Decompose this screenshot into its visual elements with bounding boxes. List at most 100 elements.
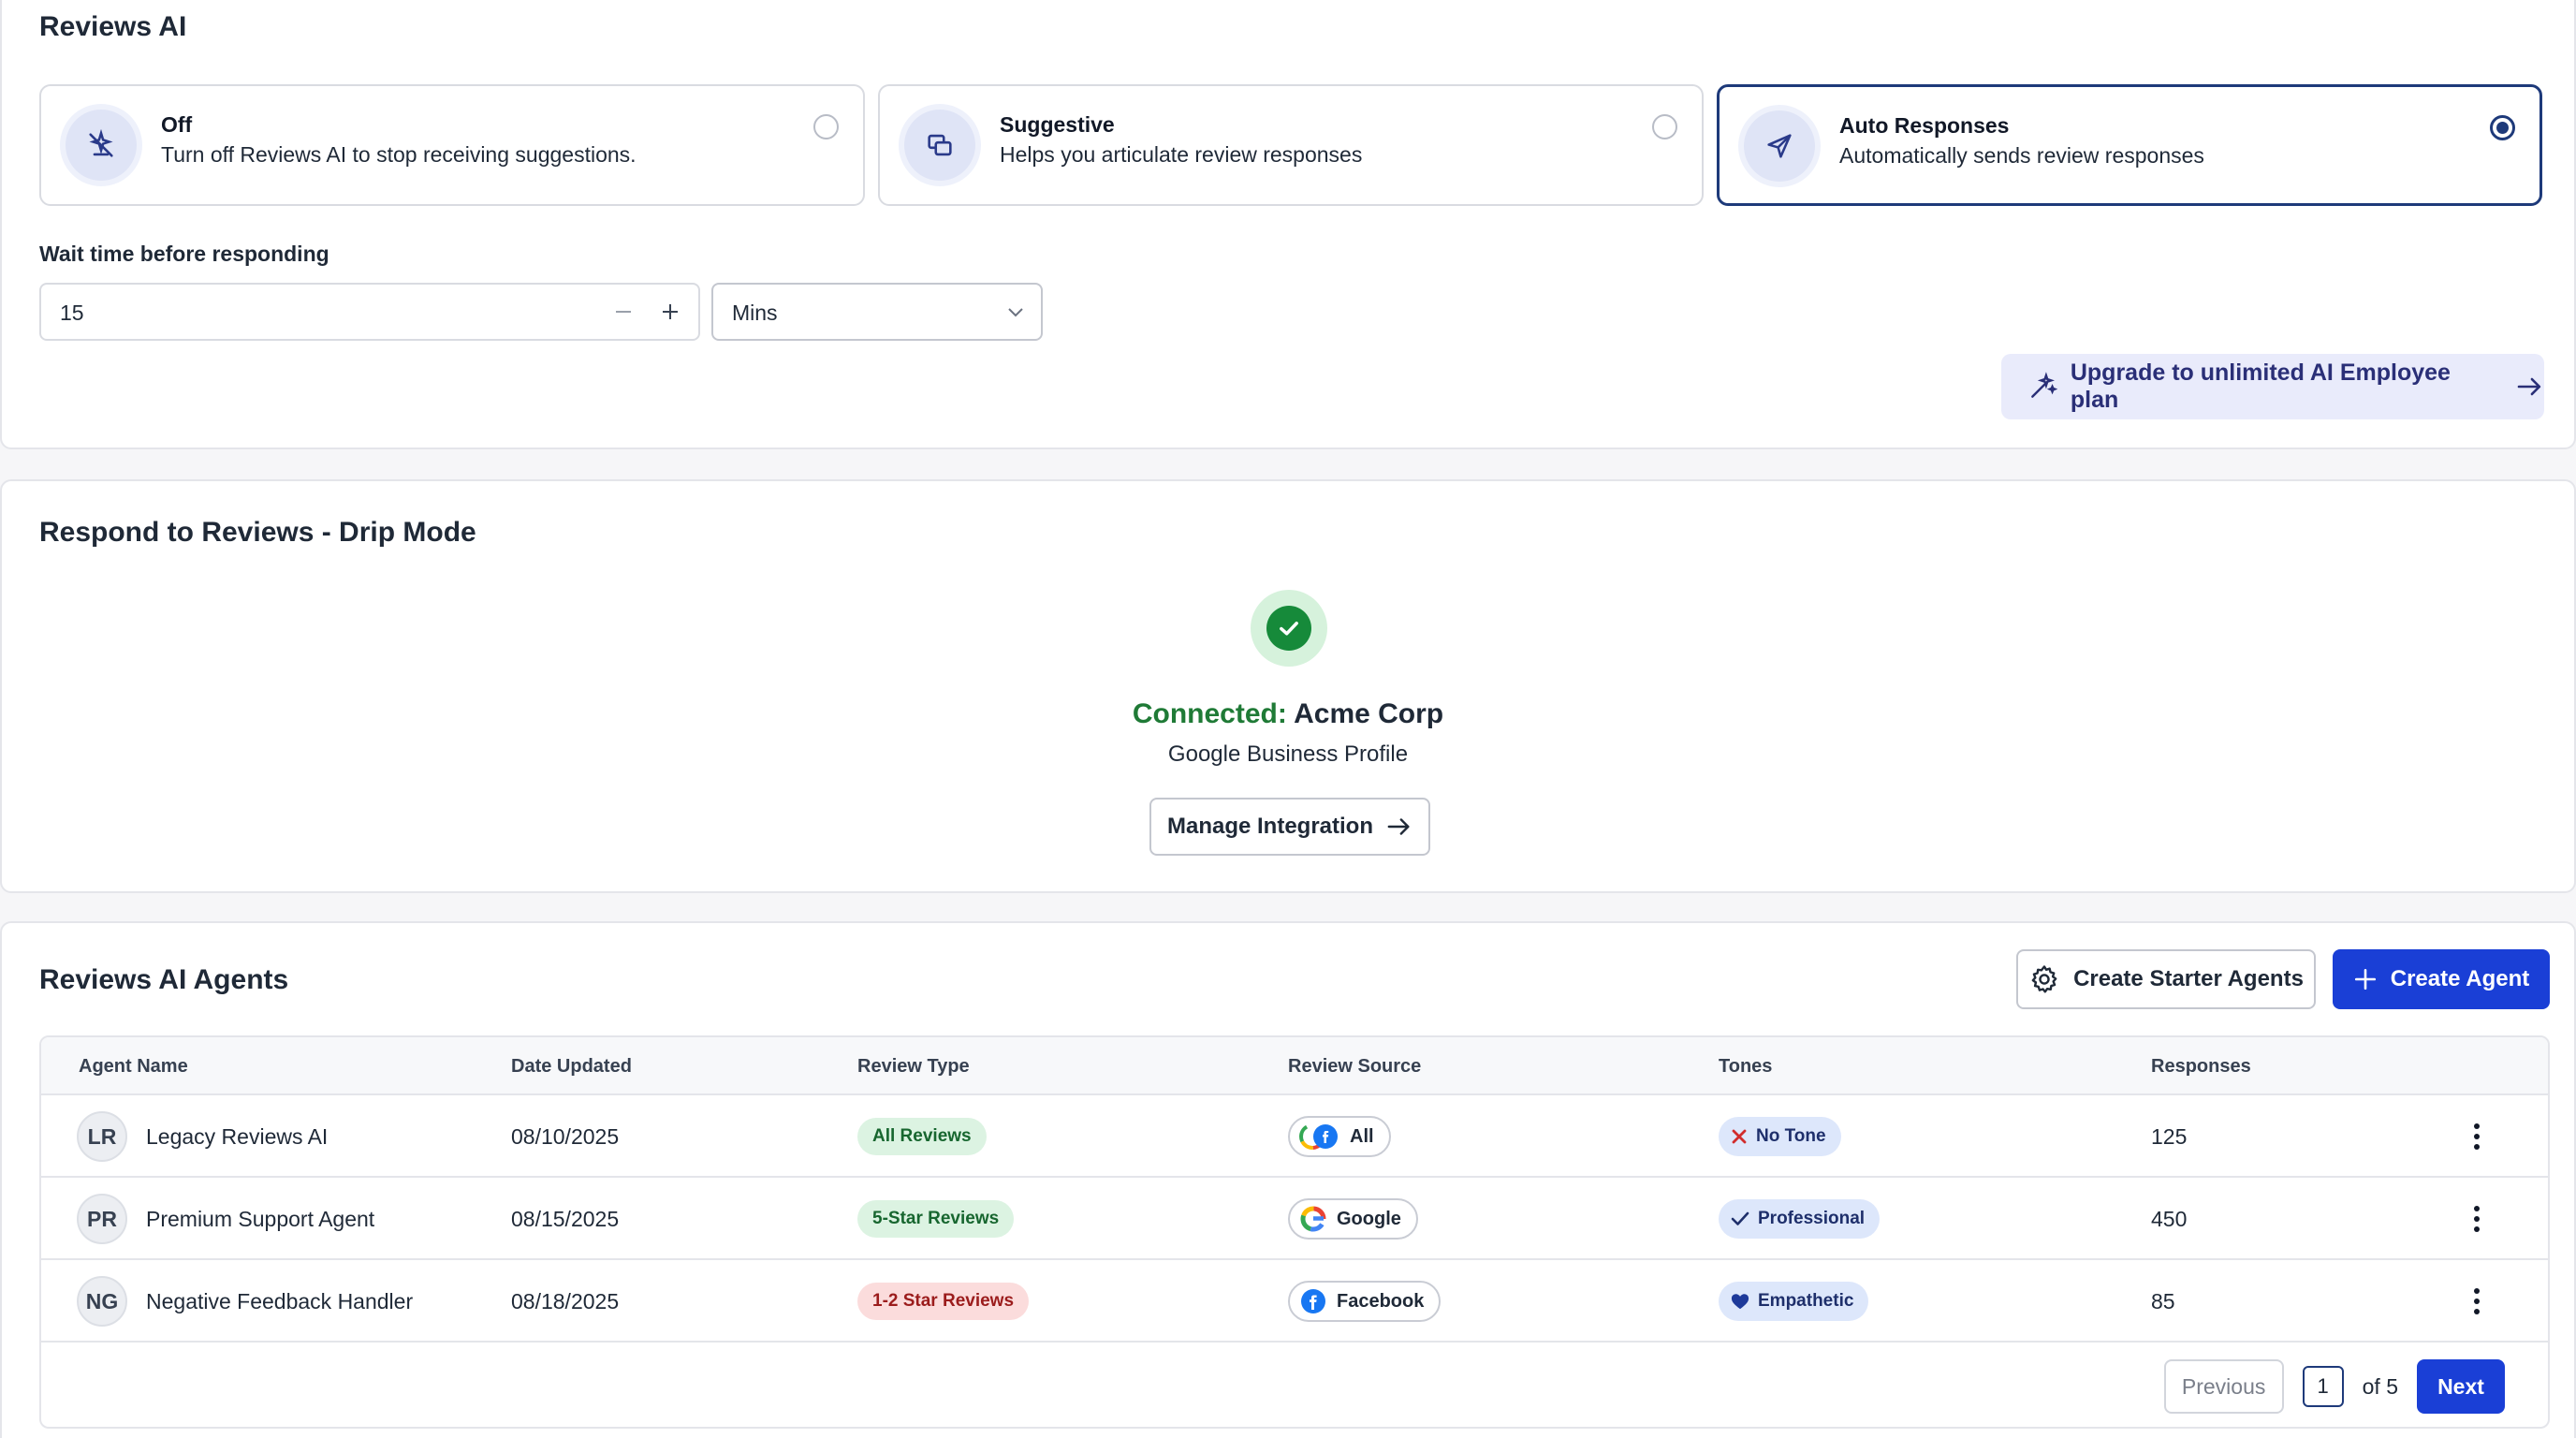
review-type-badge: 1-2 Star Reviews (857, 1283, 1030, 1320)
previous-page-button[interactable]: Previous (2163, 1359, 2284, 1414)
close-icon (1732, 1129, 1747, 1144)
upgrade-plan-button[interactable]: Upgrade to unlimited AI Employee plan (2001, 354, 2544, 419)
mode-suggestive-title: Suggestive (1000, 112, 1115, 137)
table-row[interactable]: PR Premium Support Agent 08/15/2025 5-St… (41, 1178, 2548, 1260)
wait-unit-select[interactable]: Mins (711, 283, 1043, 341)
arrow-right-icon (2517, 377, 2541, 396)
agent-name: Legacy Reviews AI (146, 1123, 329, 1149)
manage-integration-button[interactable]: Manage Integration (1149, 798, 1430, 856)
table-row[interactable]: LR Legacy Reviews AI 08/10/2025 All Revi… (41, 1095, 2548, 1178)
tone-label: Empathetic (1758, 1291, 1854, 1311)
drip-mode-card: Respond to Reviews - Drip Mode Connected… (0, 479, 2576, 893)
next-page-button[interactable]: Next (2417, 1359, 2505, 1414)
tone-cell: No Tone (1719, 1095, 1841, 1178)
tone-label: Professional (1758, 1209, 1866, 1228)
mode-off-title: Off (161, 112, 193, 137)
ai-off-icon (66, 110, 137, 181)
tone-cell: Empathetic (1719, 1260, 1869, 1343)
agent-name: Premium Support Agent (146, 1206, 375, 1231)
agents-card: Reviews AI Agents Create Starter Agents … (0, 921, 2576, 1438)
mode-option-suggestive[interactable]: Suggestive Helps you articulate review r… (878, 84, 1704, 206)
mode-option-auto-responses[interactable]: Auto Responses Automatically sends revie… (1717, 84, 2542, 206)
wait-time-label: Wait time before responding (39, 242, 329, 266)
responses-count: 85 (2151, 1288, 2175, 1313)
more-vertical-icon[interactable] (2458, 1278, 2496, 1325)
current-page-input[interactable]: 1 (2302, 1366, 2344, 1407)
create-agent-label: Create Agent (2390, 966, 2530, 991)
row-actions (2458, 1095, 2496, 1178)
google-facebook-icon (1299, 1123, 1338, 1150)
mode-off-radio[interactable] (813, 114, 839, 139)
review-type-badge: All Reviews (857, 1118, 987, 1155)
tone-badge: No Tone (1719, 1117, 1841, 1156)
checkmark-icon (1731, 1211, 1749, 1225)
date-updated: 08/18/2025 (511, 1288, 620, 1313)
agent-name-cell: NG Negative Feedback Handler (77, 1260, 413, 1343)
review-source-label: Facebook (1337, 1290, 1425, 1312)
wait-time-stepper[interactable]: 15 (39, 283, 700, 341)
review-source-cell: Google (1288, 1178, 1418, 1260)
mode-option-off[interactable]: Off Turn off Reviews AI to stop receivin… (39, 84, 865, 206)
agent-name-cell: LR Legacy Reviews AI (77, 1095, 328, 1178)
avatar: PR (77, 1194, 127, 1244)
plus-icon (2354, 968, 2376, 990)
wait-unit-value: Mins (732, 301, 778, 325)
review-source-badge: All (1288, 1116, 1391, 1157)
create-agent-button[interactable]: Create Agent (2333, 949, 2550, 1009)
wait-time-value[interactable]: 15 (60, 301, 84, 326)
review-source-cell: All (1288, 1095, 1391, 1178)
chevron-down-icon (1008, 308, 1023, 317)
connected-label: Connected: (1132, 698, 1287, 729)
heart-icon (1731, 1294, 1749, 1310)
review-source-badge: Facebook (1288, 1281, 1442, 1322)
mode-suggestive-radio[interactable] (1652, 114, 1677, 139)
table-row[interactable]: NG Negative Feedback Handler 08/18/2025 … (41, 1260, 2548, 1343)
pagination: Previous 1 of 5 Next (2163, 1359, 2505, 1414)
connection-status: Connected: Acme Corp (2, 698, 2574, 730)
agents-table: Agent Name Date Updated Review Type Revi… (39, 1035, 2550, 1429)
review-source-cell: Facebook (1288, 1260, 1442, 1343)
review-type-cell: 5-Star Reviews (857, 1178, 1015, 1260)
chat-suggest-icon (904, 110, 975, 181)
reviews-ai-title: Reviews AI (39, 11, 187, 42)
send-icon (1744, 110, 1815, 182)
check-circle-icon (1251, 590, 1327, 667)
tone-cell: Professional (1719, 1178, 1881, 1260)
review-source-badge: Google (1288, 1198, 1418, 1240)
col-responses: Responses (2151, 1056, 2251, 1077)
mode-auto-description: Automatically sends review responses (1839, 143, 2204, 168)
google-icon (1300, 1206, 1326, 1232)
agent-name-cell: PR Premium Support Agent (77, 1178, 374, 1260)
agent-name: Negative Feedback Handler (146, 1288, 414, 1313)
review-type-badge: 5-Star Reviews (857, 1200, 1015, 1238)
create-starter-agents-button[interactable]: Create Starter Agents (2016, 949, 2316, 1009)
gear-icon (2031, 965, 2057, 993)
total-pages-label: of 5 (2362, 1373, 2398, 1399)
more-vertical-icon[interactable] (2458, 1196, 2496, 1242)
increment-button[interactable] (653, 294, 687, 330)
table-header: Agent Name Date Updated Review Type Revi… (41, 1037, 2548, 1095)
decrement-button[interactable] (607, 294, 640, 330)
tone-label: No Tone (1756, 1126, 1826, 1146)
col-agent-name: Agent Name (79, 1056, 188, 1077)
drip-mode-title: Respond to Reviews - Drip Mode (39, 517, 476, 548)
date-updated: 08/10/2025 (511, 1123, 620, 1149)
row-actions (2458, 1178, 2496, 1260)
more-vertical-icon[interactable] (2458, 1113, 2496, 1160)
col-tones: Tones (1719, 1056, 1773, 1077)
mode-off-description: Turn off Reviews AI to stop receiving su… (161, 142, 637, 167)
upgrade-plan-label: Upgrade to unlimited AI Employee plan (2070, 360, 2451, 413)
facebook-icon (1301, 1289, 1325, 1313)
magic-wand-icon (2031, 372, 2057, 398)
connected-platform: Google Business Profile (1167, 741, 1409, 767)
mode-auto-title: Auto Responses (1839, 113, 2010, 138)
review-source-label: All (1350, 1125, 1374, 1147)
col-date-updated: Date Updated (511, 1056, 632, 1077)
review-source-label: Google (1337, 1208, 1401, 1229)
create-starter-agents-label: Create Starter Agents (2073, 966, 2304, 991)
mode-auto-radio[interactable] (2490, 115, 2515, 140)
avatar: LR (77, 1111, 127, 1162)
agents-title: Reviews AI Agents (39, 964, 289, 995)
tone-badge: Professional (1719, 1199, 1881, 1239)
col-review-source: Review Source (1288, 1056, 1422, 1077)
